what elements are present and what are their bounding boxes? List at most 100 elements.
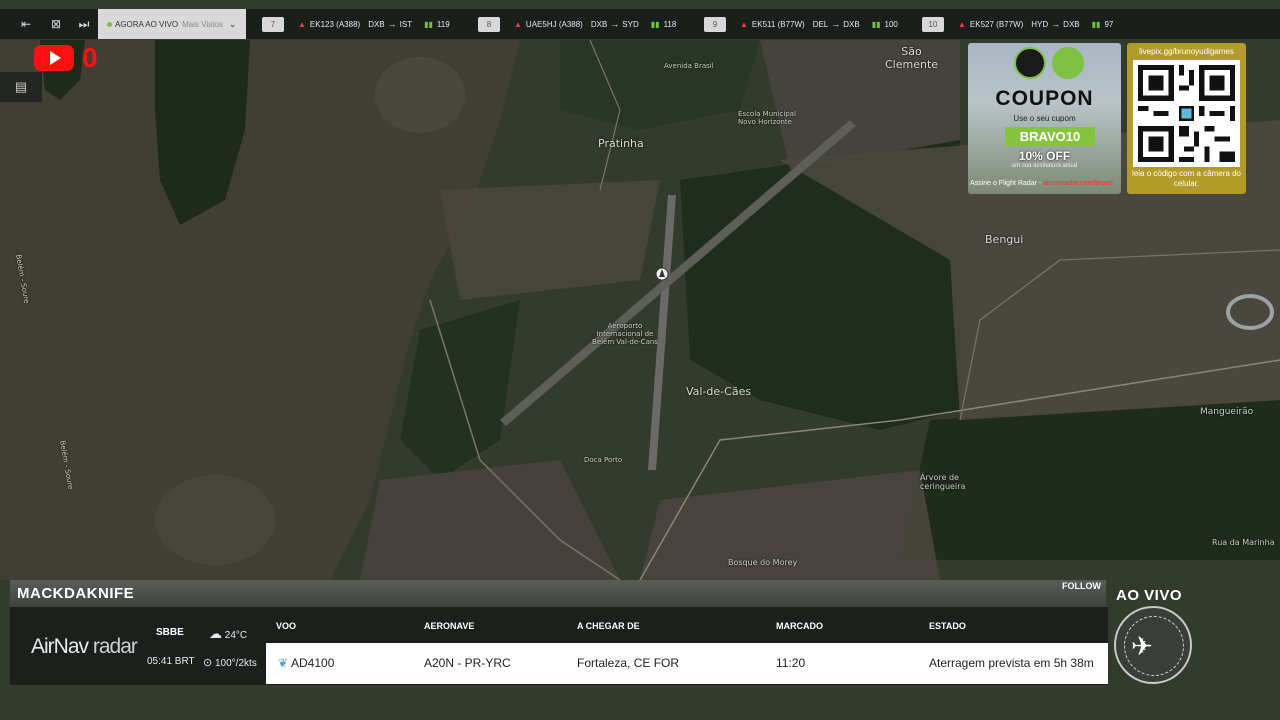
cell-aircraft: A20N - PR-YRC [424,656,511,670]
viewers-bars-icon: ▮▮ [1091,19,1101,29]
temperature: ☁ 24°C [209,626,247,642]
flight-rank: 8 [478,16,500,32]
streamer-username: MACKDAKNIFE [17,585,135,602]
username-bar: MACKDAKNIFE [10,580,1106,607]
col-header-aircraft: AERONAVE [424,621,475,631]
cloud-icon: ☁ [209,626,222,641]
airnav-logo-text: AirNav [31,635,89,658]
collapse-panel-icon[interactable]: ⇤ [16,15,36,33]
flight-rank: 7 [262,16,284,32]
viewers-bars-icon: ▮▮ [871,19,881,29]
wind: ⊙ 100°/2kts [203,656,257,669]
flight-viewers: 100 [884,19,898,29]
map-label-rua-marinha: Rua da Marinha [1212,538,1275,547]
table-row[interactable]: ❦ AD4100 A20N - PR-YRC Fortaleza, CE FOR… [266,643,1108,684]
skip-next-icon[interactable]: ⏭ [74,15,94,33]
flight-code: UAE5HJ (A388) [525,19,583,29]
qr-code-icon [1133,60,1240,167]
temperature-value: 24°C [224,630,248,641]
channel-badge-logo: ✈ [1114,606,1192,684]
viewers-bars-icon: ▮▮ [424,19,433,29]
flight-destination: DXB [1063,19,1080,29]
coupon-footer-link[interactable]: airnavradar.com/bravo [1043,180,1113,187]
live-dot-icon [107,21,112,27]
flight-viewers: 119 [436,19,450,29]
arrow-right-icon: → [610,19,620,29]
arrow-right-icon: → [831,19,841,29]
flight-origin: DXB [590,19,608,29]
airnav-logo: AirNav radar [31,635,138,659]
cell-from: Fortaleza, CE FOR [577,656,680,670]
arrow-right-icon: → [387,19,397,29]
flight-item[interactable]: 9 ▲ EK511 (B77W) DEL → DXB ▮▮ 100 [704,16,898,32]
now-live-selection: Mais Vistos [182,19,223,29]
radar-logo-icon [1052,47,1084,79]
cell-flight: AD4100 [291,656,335,670]
youtube-counter: 0 [82,42,98,73]
map-label-mangueirao: Mangueirão [1200,407,1254,417]
list-panel-icon[interactable]: ▤ [0,72,42,102]
top-bar: ⇤ ⊠ ⏭ AGORA AO VIVO Mais Vistos ⌄ 7 ▲ EK… [0,9,1280,39]
qr-caption: leia o código com a câmera do celular. [1132,169,1241,188]
flight-plane-icon: ▲ [740,19,748,29]
flight-origin: DEL [812,19,829,29]
flight-rank: 9 [704,16,726,32]
coupon-footer: Assine o Flight Radar - airnavradar.com/… [970,180,1120,187]
map-label-escola: Escola Municipal Novo Horizonte [738,110,796,126]
flight-plane-icon: ▲ [298,19,306,29]
coupon-banner[interactable]: COUPON Use o seu cupom BRAVO10 10% OFF e… [968,43,1121,194]
airnav-logo-radar: radar [92,635,138,658]
flight-destination: IST [399,19,413,29]
map-label-val-de-caes: Val-de-Cães [686,385,752,398]
flight-code: EK511 (B77W) [751,19,805,29]
wind-value: 100°/2kts [215,658,257,669]
viewers-bars-icon: ▮▮ [650,19,660,29]
follow-button[interactable]: FOLLOW [1062,581,1101,591]
map-label-sao-clemente: São Clemente [885,45,939,71]
col-header-from: A CHEGAR DE [577,621,640,631]
col-header-scheduled: MARCADO [776,621,823,631]
close-window-icon[interactable]: ⊠ [46,15,66,33]
coupon-discount: 10% OFF [1018,149,1071,163]
map-label-pratinha: Pratinha [598,137,644,150]
chevron-down-icon: ⌄ [228,18,237,29]
qr-banner[interactable]: livepix.gg/brunoyudigames leia o código … [1127,43,1246,194]
qr-url: livepix.gg/brunoyudigames [1139,47,1234,56]
map-label-avenida-brasil: Avenida Brasil [664,62,714,70]
flight-item[interactable]: 8 ▲ UAE5HJ (A388) DXB → SYD ▮▮ 118 [478,16,676,32]
sponsor-logo-icon [1014,47,1046,79]
now-live-dropdown[interactable]: AGORA AO VIVO Mais Vistos ⌄ [98,9,246,39]
flight-viewers: 97 [1104,19,1114,29]
flight-code: EK123 (A388) [309,19,361,29]
flight-plane-icon: ▲ [514,19,522,29]
coupon-code: BRAVO10 [1005,127,1095,146]
cell-scheduled: 11:20 [776,656,806,670]
map-label-bengui: Bengui [985,233,1024,246]
flight-viewers: 118 [663,19,677,29]
flight-item[interactable]: 7 ▲ EK123 (A388) DXB → IST ▮▮ 119 [262,16,450,32]
airport-code: SBBE [156,627,184,638]
airline-icon: ❦ [278,656,289,670]
flight-item[interactable]: 10 ▲ EK527 (B77W) HYD → DXB ▮▮ 97 [922,16,1113,32]
map-label-bosque: Bosque do Morey [728,558,798,567]
col-header-flight: VOO [276,621,297,631]
wind-icon: ⊙ [203,657,213,669]
coupon-note: em sua assinatura anual [1011,163,1078,169]
coupon-subtitle: Use o seu cupom [1013,114,1076,123]
flight-code: EK527 (B77W) [969,19,1024,29]
map-label-arvore: Árvore de ceringueira [920,473,966,491]
coupon-title: COUPON [995,87,1094,110]
airplane-icon: ✈ [1131,631,1153,661]
flight-origin: DXB [368,19,385,29]
flight-origin: HYD [1031,19,1049,29]
flight-plane-icon: ▲ [958,19,966,29]
flight-info-panel: AirNav radar SBBE 05:41 BRT ☁ 24°C ⊙ 100… [10,607,1108,685]
flight-destination: DXB [843,19,860,29]
map-label-airport: Aeroporto Internacional de Belém Val-de-… [592,322,658,346]
now-live-label: AGORA AO VIVO [115,19,179,29]
col-header-status: ESTADO [929,621,966,631]
map-label-doca: Doca Porto [584,456,623,464]
live-label: AO VIVO [1116,587,1183,604]
coupon-footer-prefix: Assine o Flight Radar - [970,180,1044,187]
youtube-icon[interactable] [34,45,74,71]
